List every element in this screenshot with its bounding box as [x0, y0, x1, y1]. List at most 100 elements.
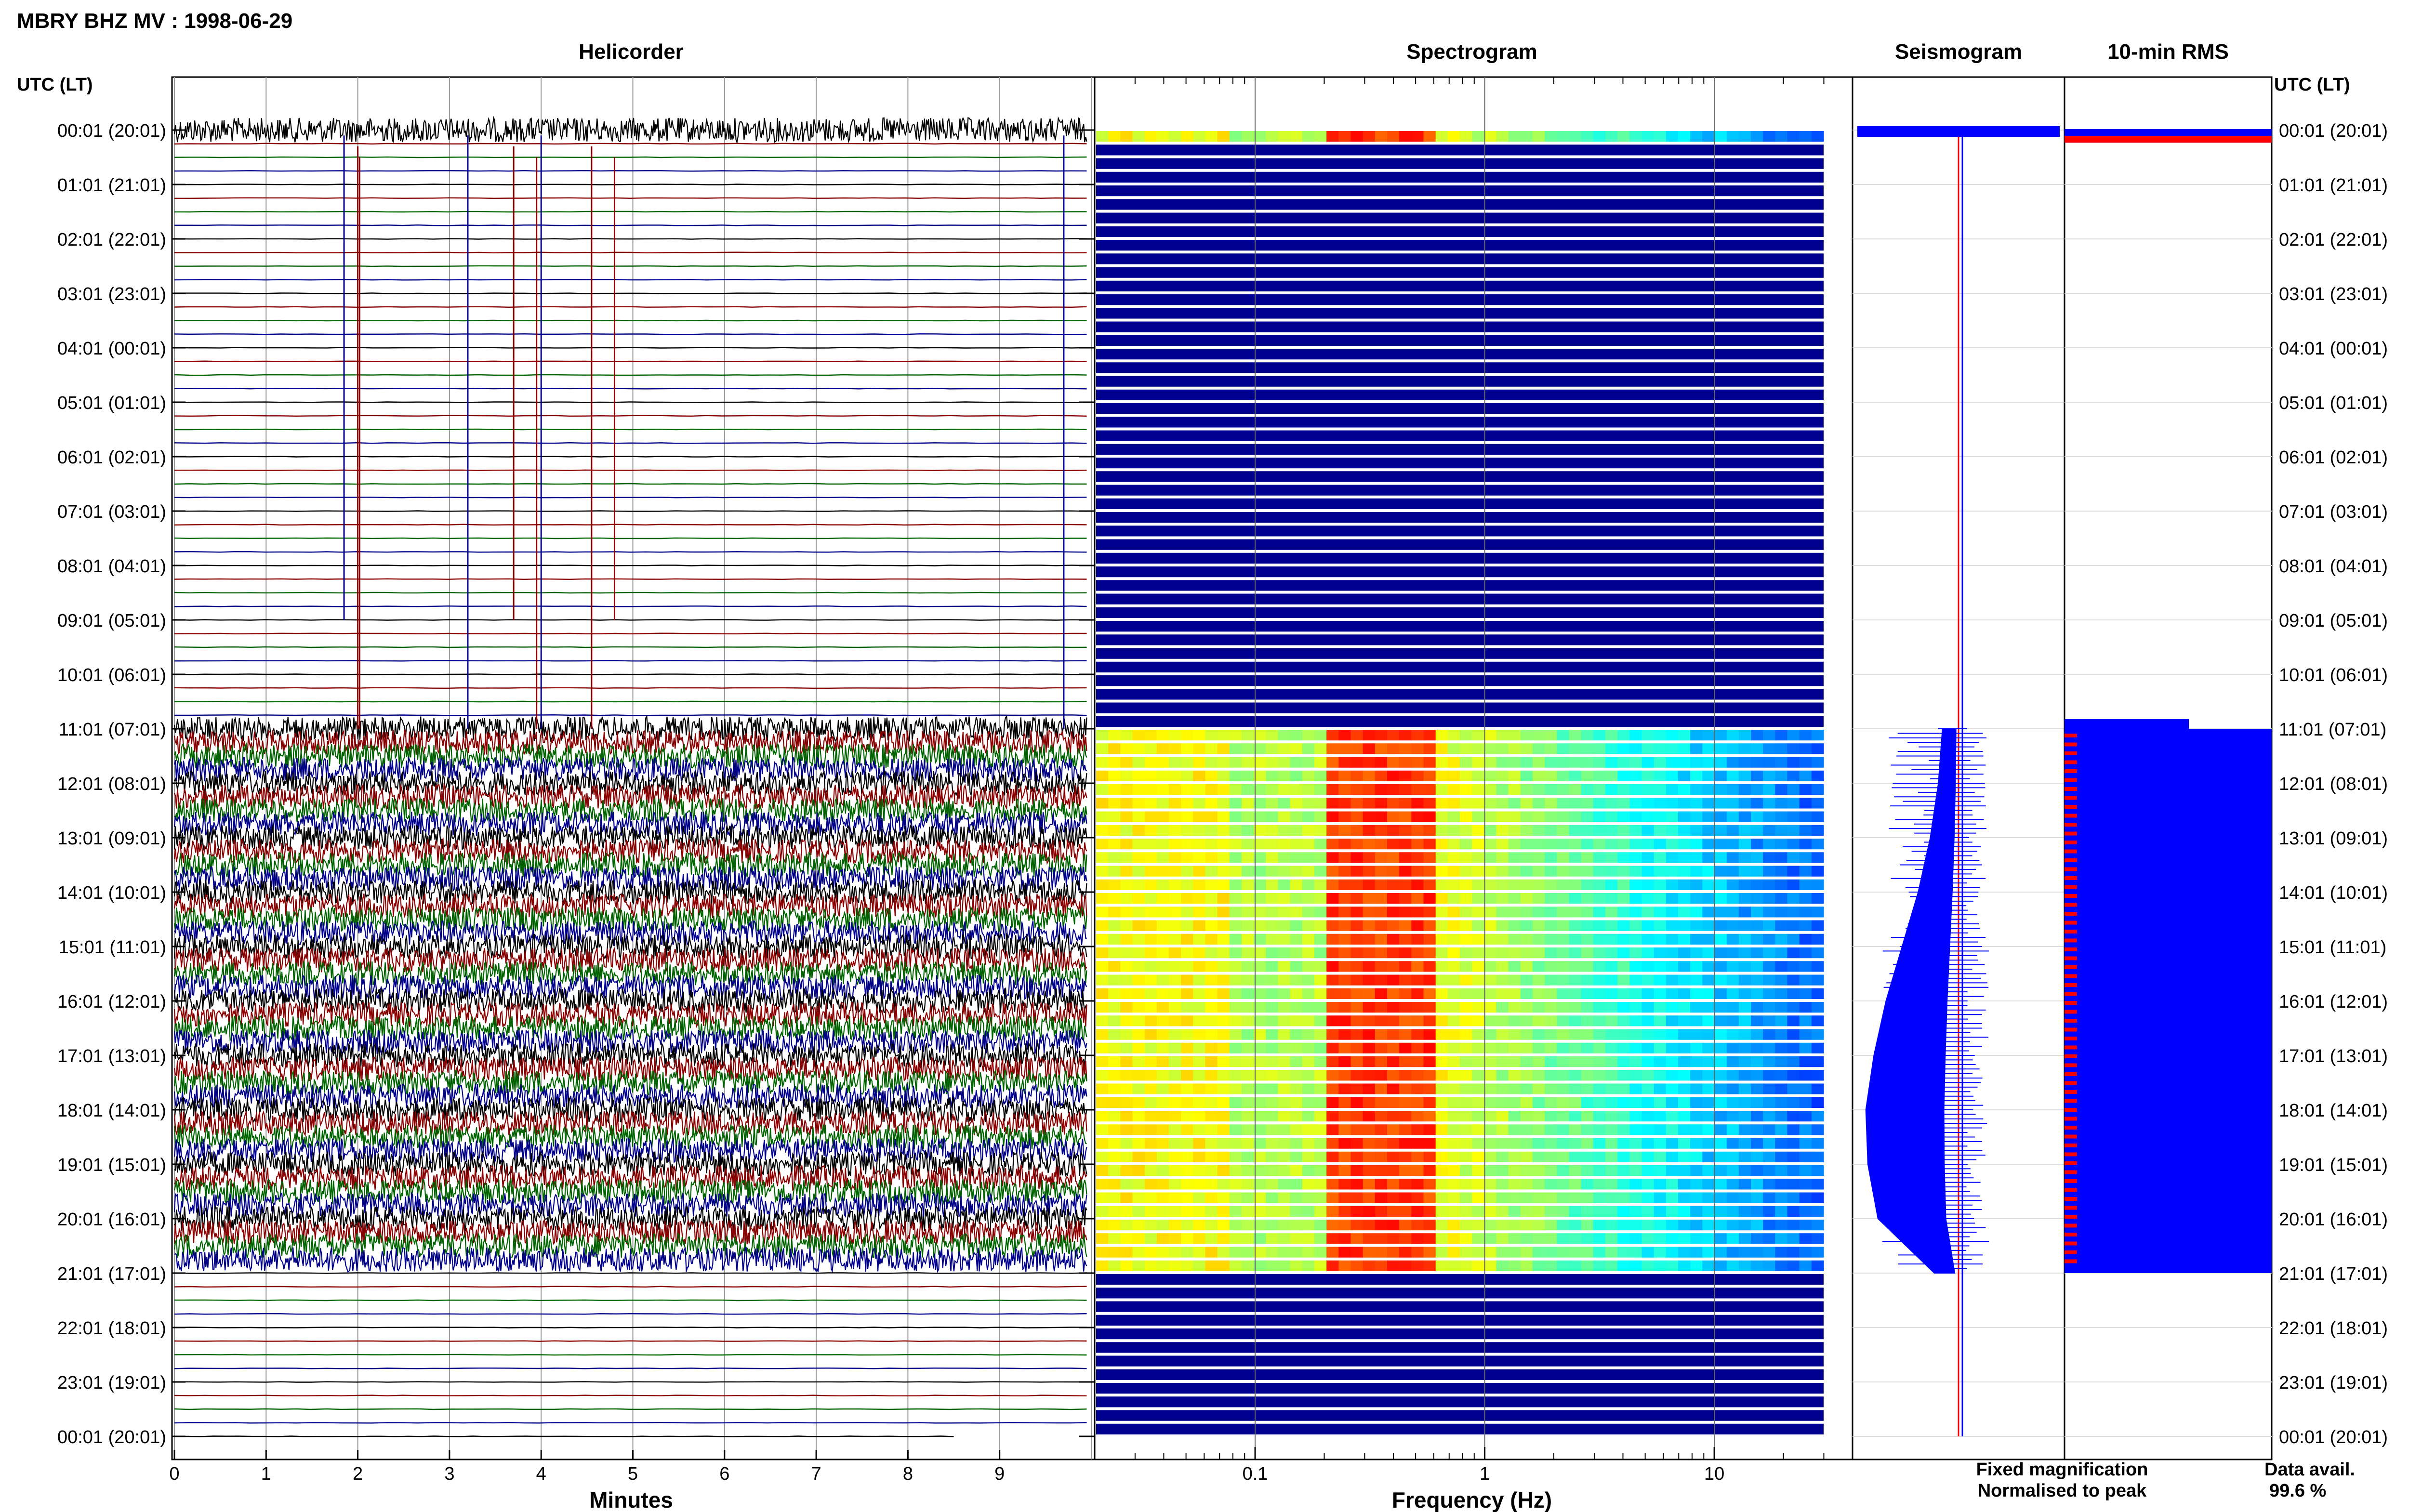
spectrogram-cell [1229, 1097, 1242, 1108]
spectrogram-cell [1763, 825, 1775, 836]
spectrogram-cell [1326, 811, 1339, 822]
spectrogram-cell [1714, 852, 1727, 863]
spectrogram-cell [1569, 1083, 1582, 1094]
spectrogram-cell [1302, 1097, 1315, 1108]
spectrogram-cell [1266, 1192, 1279, 1203]
spectrogram-cell [1702, 825, 1715, 836]
spectrogram-cell [1581, 1097, 1594, 1108]
spectrogram-cell [1751, 852, 1763, 863]
spectrogram-cell [1702, 988, 1715, 999]
spectrogram-cell [1726, 866, 1739, 877]
spectrogram-cell [1581, 1138, 1594, 1149]
spectrogram-cell [1205, 1151, 1218, 1162]
spectrogram-cell [1775, 798, 1788, 809]
spectrogram-cell [1350, 920, 1363, 931]
spectrogram-cell [1520, 866, 1533, 877]
spectrogram-cell [1290, 1165, 1303, 1176]
spectrogram-cell [1120, 1111, 1133, 1122]
spectrogram-cell [1569, 1056, 1582, 1067]
rms-normalised-bar [2065, 751, 2077, 755]
spectrogram-cell [1533, 1111, 1545, 1122]
spectrogram-cell [1108, 893, 1121, 904]
spectrogram-cell [1666, 1260, 1679, 1271]
spectrogram-cell [1435, 1138, 1448, 1149]
spectrogram-cell [1108, 1124, 1121, 1135]
row-label-right: 00:01 (20:01) [2279, 1427, 2388, 1447]
spectrogram-cell [1278, 974, 1291, 986]
spectrogram-cell [1338, 1206, 1351, 1217]
spectrogram-cell [1714, 879, 1727, 890]
spectrogram-cell [1811, 1192, 1824, 1203]
spectrogram-cell [1775, 947, 1788, 959]
spectrogram-cell [1545, 784, 1557, 795]
spectrogram-cell [1460, 1165, 1472, 1176]
spectrogram-cell [1363, 1233, 1376, 1244]
spectrogram-cell [1714, 961, 1727, 972]
spectrogram-cell [1702, 974, 1715, 986]
spectrogram-cell [1278, 1097, 1291, 1108]
spectrogram-cell [1205, 798, 1218, 809]
spectrogram-cell [1132, 866, 1145, 877]
rms-fixed-bar [2065, 729, 2272, 1273]
spectrogram-cell [1302, 1192, 1315, 1203]
spectrogram-cell [1581, 1247, 1594, 1258]
spectrogram-cell [1460, 1111, 1472, 1122]
spectrogram-cell [1811, 933, 1824, 945]
spectrogram-cell [1617, 1124, 1630, 1135]
spectrogram-cell [1314, 1083, 1327, 1094]
spectrogram-cell [1545, 974, 1557, 986]
spectrogram-cell [1738, 1124, 1751, 1135]
spectrogram-cell [1278, 1029, 1291, 1040]
spectrogram-cell [1726, 1260, 1739, 1271]
spectrogram-cell [1108, 784, 1121, 795]
spectrogram-cell [1666, 1083, 1679, 1094]
spectrogram-cell [1302, 866, 1315, 877]
spectrogram-cell [1496, 131, 1509, 142]
spectrogram-cell [1411, 988, 1424, 999]
spectrogram-cell [1132, 730, 1145, 741]
spectrogram-cell [1569, 947, 1582, 959]
spectrogram-cell [1641, 1220, 1655, 1231]
spectrogram-cell [1375, 1029, 1388, 1040]
spectrogram-cell [1593, 893, 1606, 904]
spectrogram-cell [1726, 1015, 1739, 1026]
spectrogram-cell [1666, 757, 1679, 768]
spectrogram-cell [1363, 1070, 1376, 1081]
spectrogram-cell [1690, 893, 1703, 904]
spectrogram-cell [1144, 988, 1157, 999]
spectrogram-cell [1132, 1083, 1145, 1094]
spectrogram-cell [1120, 1233, 1133, 1244]
spectrogram-cell [1617, 839, 1630, 850]
spectrogram-cell [1484, 1192, 1497, 1203]
spectrogram-cell [1775, 784, 1788, 795]
spectrogram-cell [1302, 852, 1315, 863]
spectrogram-cell [1290, 1179, 1303, 1190]
spectrogram-cell [1266, 879, 1279, 890]
spectrogram-cell [1387, 1192, 1400, 1203]
spectrogram-cell [1205, 866, 1218, 877]
spectrogram-cell [1520, 1165, 1533, 1176]
spectrogram-cell [1156, 784, 1169, 795]
spectrogram-cell [1545, 1206, 1557, 1217]
helicorder-trace [174, 1394, 1087, 1397]
spectrogram-cell [1787, 1220, 1800, 1231]
spectrogram-cell [1617, 1015, 1630, 1026]
spectrogram-cell [1654, 1029, 1667, 1040]
spectrogram-cell [1593, 784, 1606, 795]
spectrogram-cell [1314, 1192, 1327, 1203]
spectrogram-cell [1581, 798, 1594, 809]
spectrogram-cell [1617, 988, 1630, 999]
spectrogram-cell [1193, 974, 1206, 986]
helicorder-trace [174, 1354, 1087, 1356]
spectrogram-cell [1714, 770, 1727, 781]
spectrogram-cell [1338, 974, 1351, 986]
spectrogram-cell [1326, 866, 1339, 877]
spectrogram-cell [1484, 1002, 1497, 1013]
spectrogram-cell [1690, 988, 1703, 999]
spectrogram-cell [1193, 1179, 1206, 1190]
spectrogram-cell [1156, 1111, 1169, 1122]
spectrogram-cell [1229, 1002, 1242, 1013]
spectrogram-cell [1666, 1042, 1679, 1053]
spectrogram-cell [1775, 1056, 1788, 1067]
spectrogram-cell [1144, 920, 1157, 931]
